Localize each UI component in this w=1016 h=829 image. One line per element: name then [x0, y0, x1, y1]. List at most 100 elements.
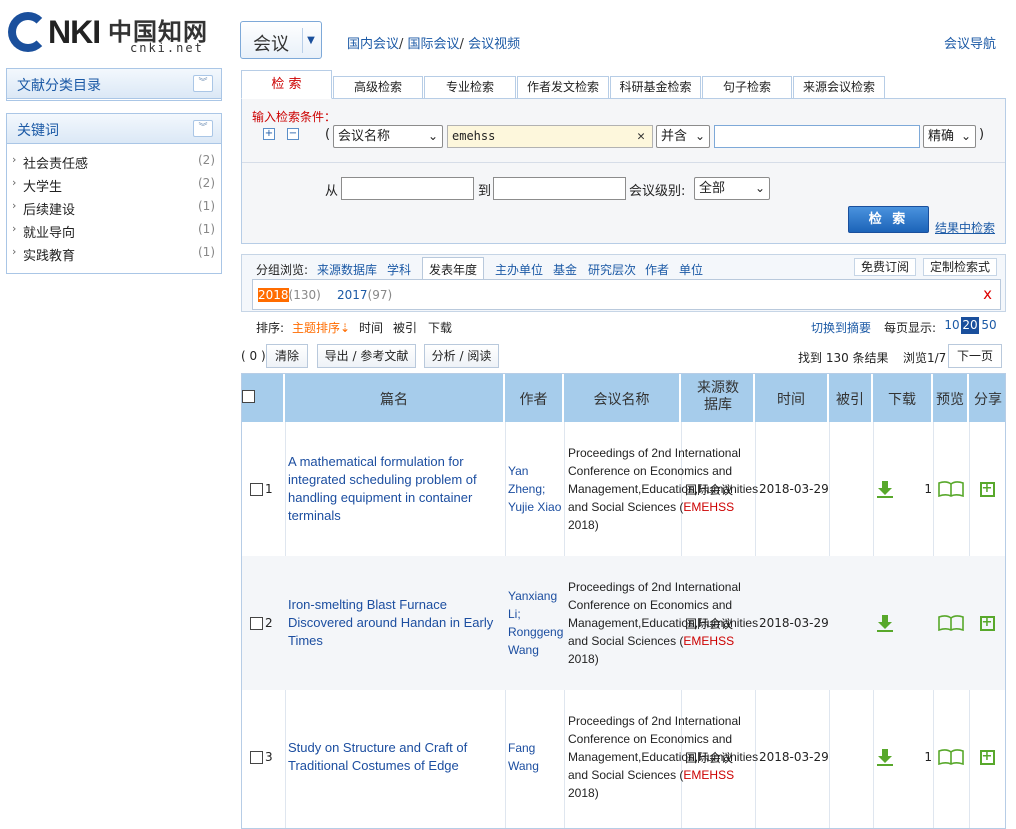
search-in-results-link[interactable]: 结果中检索 [935, 219, 995, 236]
keyword-name[interactable]: 社会责任感 [23, 153, 88, 172]
book-icon[interactable] [938, 749, 964, 765]
group-source-db[interactable]: 来源数据库 [317, 261, 377, 278]
per-page-50[interactable]: 50 [980, 317, 998, 334]
field-select[interactable]: 会议名称 ⌄ [333, 125, 443, 148]
result-preview[interactable] [936, 422, 966, 556]
search-button[interactable]: 检 索 [848, 206, 929, 233]
tab-fund[interactable]: 科研基金检索 [610, 76, 701, 98]
tab-author[interactable]: 作者发文检索 [517, 76, 609, 98]
year-filter-2017[interactable]: 2017(97) [337, 288, 392, 302]
keyword-name[interactable]: 实践教育 [23, 245, 75, 264]
second-keyword-input[interactable] [714, 125, 920, 148]
export-button[interactable]: 导出 / 参考文献 [317, 344, 416, 368]
keyword-name[interactable]: 就业导向 [23, 222, 75, 241]
link-conf-video[interactable]: 会议视频 [468, 37, 520, 52]
group-organizer[interactable]: 主办单位 [495, 261, 543, 278]
keyword-item[interactable]: › 大学生 (2) [7, 173, 221, 196]
plus-icon[interactable]: + [263, 128, 275, 140]
close-icon[interactable]: x [983, 285, 992, 303]
database-select[interactable]: 会议 ▼ [240, 21, 322, 59]
result-download[interactable] [876, 556, 932, 690]
keyword-input[interactable]: emehss ✕ [447, 125, 653, 148]
sort-by-cited[interactable]: 被引 [393, 319, 417, 336]
next-page-button[interactable]: 下一页 [948, 344, 1002, 368]
year-value[interactable]: 2018 [258, 288, 289, 302]
group-fund[interactable]: 基金 [553, 261, 577, 278]
link-international-conf[interactable]: 国际会议 [408, 37, 460, 52]
tab-professional[interactable]: 专业检索 [424, 76, 516, 98]
share-plus-icon[interactable]: + [979, 749, 995, 765]
cnki-logo[interactable]: NKI 中国知网 cnki.net [8, 10, 213, 56]
result-author-link[interactable]: Yan Zheng; Yujie Xiao [508, 422, 564, 556]
minus-icon[interactable]: − [287, 128, 299, 140]
chevron-down-icon[interactable]: ▼ [302, 28, 319, 53]
result-title-link[interactable]: Iron-smelting Blast Furnace Discovered a… [288, 556, 500, 690]
link-domestic-conf[interactable]: 国内会议 [347, 37, 399, 52]
group-institution[interactable]: 单位 [679, 261, 703, 278]
download-icon[interactable] [876, 748, 894, 766]
result-title-link[interactable]: A mathematical formulation for integrate… [288, 422, 500, 556]
per-page-10[interactable]: 10 [944, 317, 960, 334]
conference-nav-link[interactable]: 会议导航 [944, 33, 996, 52]
match-select[interactable]: 精确 ⌄ [923, 125, 976, 148]
row-select[interactable]: 1 [250, 422, 273, 556]
tab-search[interactable]: 检 索 [241, 70, 332, 99]
result-author-link[interactable]: Yanxiang Li; Ronggeng Wang [508, 556, 564, 690]
result-title-link[interactable]: Study on Structure and Craft of Traditio… [288, 690, 500, 824]
level-select[interactable]: 全部 ⌄ [694, 177, 770, 200]
row-checkbox[interactable] [250, 616, 263, 630]
tab-source-conf[interactable]: 来源会议检索 [793, 76, 885, 98]
sort-by-download[interactable]: 下载 [428, 319, 452, 336]
result-download[interactable]: 1 [876, 690, 932, 824]
year-filter-2018[interactable]: 2018(130) [258, 288, 321, 302]
result-download[interactable]: 1 [876, 422, 932, 556]
clear-button[interactable]: 清除 [266, 344, 308, 368]
result-preview[interactable] [936, 690, 966, 824]
keyword-item[interactable]: › 后续建设 (1) [7, 196, 221, 219]
result-share[interactable]: + [976, 690, 998, 824]
per-page-20[interactable]: 20 [961, 317, 979, 334]
keyword-name[interactable]: 大学生 [23, 176, 62, 195]
analyze-button[interactable]: 分析 / 阅读 [424, 344, 499, 368]
logic-select[interactable]: 并含 ⌄ [656, 125, 710, 148]
date-to-input[interactable] [493, 177, 626, 200]
result-share[interactable]: + [976, 422, 998, 556]
row-select[interactable]: 3 [250, 690, 273, 824]
catalog-header[interactable]: 文献分类目录 ︾ [7, 69, 221, 99]
tab-sentence[interactable]: 句子检索 [702, 76, 792, 98]
group-year[interactable]: 发表年度 [422, 257, 485, 281]
group-author[interactable]: 作者 [645, 261, 669, 278]
free-subscribe-button[interactable]: 免费订阅 [854, 258, 917, 276]
clear-icon[interactable]: ✕ [637, 126, 645, 147]
header-select-all[interactable] [242, 374, 285, 422]
custom-expression-button[interactable]: 定制检索式 [923, 258, 998, 276]
sort-by-time[interactable]: 时间 [359, 319, 383, 336]
book-icon[interactable] [938, 615, 964, 631]
result-author-link[interactable]: Fang Wang [508, 690, 564, 824]
date-from-input[interactable] [341, 177, 474, 200]
keywords-header[interactable]: 关键词 ︾ [7, 114, 221, 144]
share-plus-icon[interactable]: + [979, 615, 995, 631]
group-level[interactable]: 研究层次 [588, 261, 636, 278]
book-icon[interactable] [938, 481, 964, 497]
group-subject[interactable]: 学科 [387, 261, 411, 278]
result-preview[interactable] [936, 556, 966, 690]
switch-to-abstract-link[interactable]: 切换到摘要 [811, 319, 871, 336]
keyword-item[interactable]: › 实践教育 (1) [7, 242, 221, 265]
download-icon[interactable] [876, 614, 894, 632]
double-chevron-down-icon[interactable]: ︾ [193, 120, 213, 137]
keyword-name[interactable]: 后续建设 [23, 199, 75, 218]
download-icon[interactable] [876, 480, 894, 498]
sort-by-topic[interactable]: 主题排序⇣ [292, 319, 350, 336]
tab-advanced[interactable]: 高级检索 [333, 76, 423, 98]
result-share[interactable]: + [976, 556, 998, 690]
row-checkbox[interactable] [250, 482, 263, 496]
keyword-item[interactable]: › 就业导向 (1) [7, 219, 221, 242]
year-value[interactable]: 2017 [337, 288, 368, 302]
row-select[interactable]: 2 [250, 556, 273, 690]
keyword-item[interactable]: › 社会责任感 (2) [7, 150, 221, 173]
share-plus-icon[interactable]: + [979, 481, 995, 497]
row-checkbox[interactable] [250, 750, 263, 764]
select-all-checkbox[interactable] [242, 390, 255, 403]
double-chevron-down-icon[interactable]: ︾ [193, 75, 213, 92]
